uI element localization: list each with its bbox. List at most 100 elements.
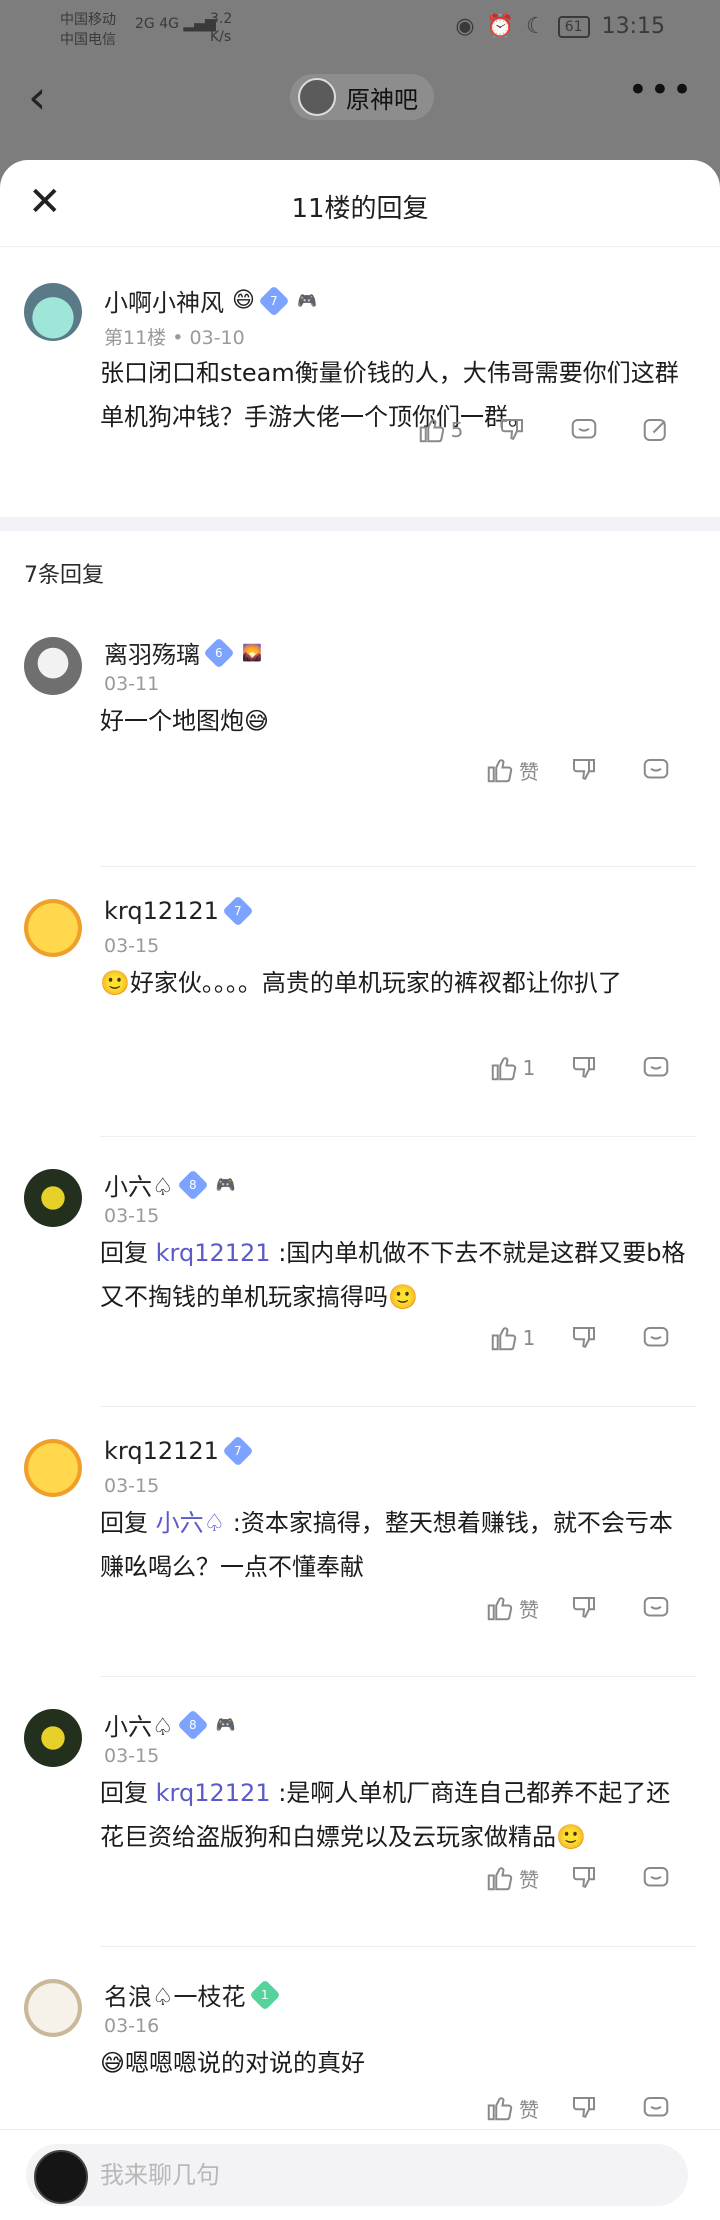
like-button[interactable]: 1 xyxy=(476,1323,548,1353)
reply-content: 回复 小六♤ :资本家搞得，整天想着赚钱，就不会亏本赚吆喝么？一点不懂奉献 xyxy=(100,1501,690,1589)
dislike-button[interactable] xyxy=(548,1593,620,1623)
like-count: 1 xyxy=(522,1056,536,1080)
net-speed-unit: K/s xyxy=(210,29,232,45)
reply-date: 03-15 xyxy=(104,935,160,957)
comment-button[interactable] xyxy=(620,755,692,785)
reply-actions: 赞 xyxy=(476,1863,692,1893)
bottom-bar xyxy=(0,2129,720,2220)
post-meta: 第11楼 • 03-10 xyxy=(104,327,245,349)
reply-item: 离羽殇璃 6 🌄 03-11 好一个地图炮😅 赞 xyxy=(0,605,720,867)
reply-date: 03-15 xyxy=(104,1205,160,1227)
original-post: 小啊小神风 😄 7 🎮 第11楼 • 03-10 张口闭口和steam衡量价钱的… xyxy=(0,247,720,517)
my-avatar[interactable] xyxy=(34,2150,88,2204)
post-user-row: 小啊小神风 😄 7 🎮 xyxy=(104,283,321,318)
avatar[interactable] xyxy=(24,283,82,341)
forum-pill[interactable]: 原神吧 xyxy=(290,74,434,120)
comment-button[interactable] xyxy=(620,1863,692,1893)
reply-username[interactable]: krq12121 xyxy=(104,1437,219,1465)
like-button[interactable]: 赞 xyxy=(476,1593,548,1623)
like-button[interactable]: 赞 xyxy=(476,2093,548,2123)
reply-username[interactable]: 名浪♤一枝花 xyxy=(104,1977,246,2012)
mention-link[interactable]: krq12121 xyxy=(156,1239,271,1267)
comment-button[interactable] xyxy=(620,2093,692,2123)
signal-text: 2G 4G xyxy=(135,16,179,32)
like-button[interactable]: 5 xyxy=(404,415,476,445)
clock-time: 13:15 xyxy=(601,14,665,39)
level-number: 8 xyxy=(188,1717,197,1732)
dislike-button[interactable] xyxy=(476,415,548,445)
like-count: 赞 xyxy=(519,759,539,784)
comment-input[interactable] xyxy=(26,2144,688,2206)
reply-content: 🙂好家伙。。。。高贵的单机玩家的裤衩都让你扒了 xyxy=(100,961,690,1005)
carrier-1: 中国移动 xyxy=(60,12,116,28)
dislike-button[interactable] xyxy=(548,1323,620,1353)
reply-item: krq12121 7 03-15 回复 小六♤ :资本家搞得，整天想着赚钱，就不会亏本… xyxy=(0,1407,720,1677)
reply-actions: 1 xyxy=(476,1053,692,1083)
signal-icon: 2G 4G ▂▄▆ xyxy=(135,16,216,32)
level-number: 8 xyxy=(188,1177,197,1192)
like-count: 5 xyxy=(450,418,464,442)
dislike-button[interactable] xyxy=(548,1053,620,1083)
like-button[interactable]: 赞 xyxy=(476,755,548,785)
post-actions: 5 xyxy=(404,415,692,445)
avatar[interactable] xyxy=(24,637,82,695)
carrier-2: 中国电信 xyxy=(60,32,116,48)
reply-prefix: 回复 xyxy=(100,1239,148,1267)
comment-icon xyxy=(643,1057,669,1077)
avatar[interactable] xyxy=(24,1709,82,1767)
mention-link[interactable]: 小六♤ xyxy=(156,1509,226,1537)
dislike-button[interactable] xyxy=(548,755,620,785)
reply-username[interactable]: 小六♤ xyxy=(104,1707,174,1742)
avatar[interactable] xyxy=(24,1169,82,1227)
comment-button[interactable] xyxy=(620,1593,692,1623)
reply-content: 好一个地图炮😅 xyxy=(100,699,690,743)
status-bar: 中国移动 中国电信 2G 4G ▂▄▆ 3.2 K/s ◉ ⏰ ☾ 61 13:… xyxy=(0,0,720,56)
reply-sheet: ✕ 11楼的回复 小啊小神风 😄 7 🎮 第11楼 • 03-10 张口闭口和s… xyxy=(0,160,720,2220)
status-right: ◉ ⏰ ☾ 61 13:15 xyxy=(455,14,665,39)
like-count: 赞 xyxy=(519,1867,539,1892)
reply-text: 🙂好家伙。。。。高贵的单机玩家的裤衩都让你扒了 xyxy=(100,969,622,997)
reply-user-row: 名浪♤一枝花 1 xyxy=(104,1977,281,2012)
sheet-header: ✕ 11楼的回复 xyxy=(0,160,720,247)
reply-username[interactable]: 小六♤ xyxy=(104,1167,174,1202)
reply-item: krq12121 7 03-15 🙂好家伙。。。。高贵的单机玩家的裤衩都让你扒了 1 xyxy=(0,867,720,1137)
reply-item: 小六♤ 8 🎮 03-15 回复 krq12121 :是啊人单机厂商连自己都养不起了还花… xyxy=(0,1677,720,1947)
comment-button[interactable] xyxy=(620,1323,692,1353)
gamepad-badge-icon: 🎮 xyxy=(296,291,317,310)
reply-username[interactable]: krq12121 xyxy=(104,897,219,925)
like-button[interactable]: 赞 xyxy=(476,1863,548,1893)
dislike-button[interactable] xyxy=(548,2093,620,2123)
like-count: 赞 xyxy=(519,2097,539,2122)
comment-icon xyxy=(643,1597,669,1617)
edit-button[interactable] xyxy=(620,415,692,445)
reply-username[interactable]: 离羽殇璃 xyxy=(104,635,200,670)
back-icon[interactable]: ‹ xyxy=(28,74,46,120)
mention-link[interactable]: krq12121 xyxy=(156,1779,271,1807)
gamepad-badge-icon: 🎮 xyxy=(215,1175,236,1194)
post-username[interactable]: 小啊小神风 xyxy=(104,283,224,318)
comment-button[interactable] xyxy=(620,1053,692,1083)
thumb-up-icon xyxy=(487,1597,513,1621)
thumb-up-icon xyxy=(487,759,513,783)
level-number: 7 xyxy=(234,903,242,918)
more-icon[interactable]: ••• xyxy=(628,70,694,110)
level-number: 1 xyxy=(260,1987,269,2002)
avatar[interactable] xyxy=(24,899,82,957)
like-button[interactable]: 1 xyxy=(476,1053,548,1083)
avatar[interactable] xyxy=(24,1979,82,2037)
reply-date: 03-11 xyxy=(104,673,160,695)
thumb-up-icon xyxy=(487,2097,513,2121)
net-speed-value: 3.2 xyxy=(210,11,233,27)
thumb-down-icon xyxy=(573,1057,595,1078)
reply-content: 回复 krq12121 :是啊人单机厂商连自己都养不起了还花巨资给盗版狗和白嫖党… xyxy=(100,1771,690,1859)
thumb-up-icon xyxy=(419,419,444,443)
avatar[interactable] xyxy=(24,1439,82,1497)
level-badge: 7 xyxy=(258,284,290,317)
reply-date: 03-15 xyxy=(104,1475,160,1497)
reply-user-row: 离羽殇璃 6 🌄 xyxy=(104,635,266,670)
carrier-labels: 中国移动 中国电信 xyxy=(60,10,116,50)
comment-button[interactable] xyxy=(548,415,620,445)
alarm-icon: ⏰ xyxy=(486,14,515,39)
top-nav: ‹ 原神吧 ••• xyxy=(0,60,720,140)
dislike-button[interactable] xyxy=(548,1863,620,1893)
